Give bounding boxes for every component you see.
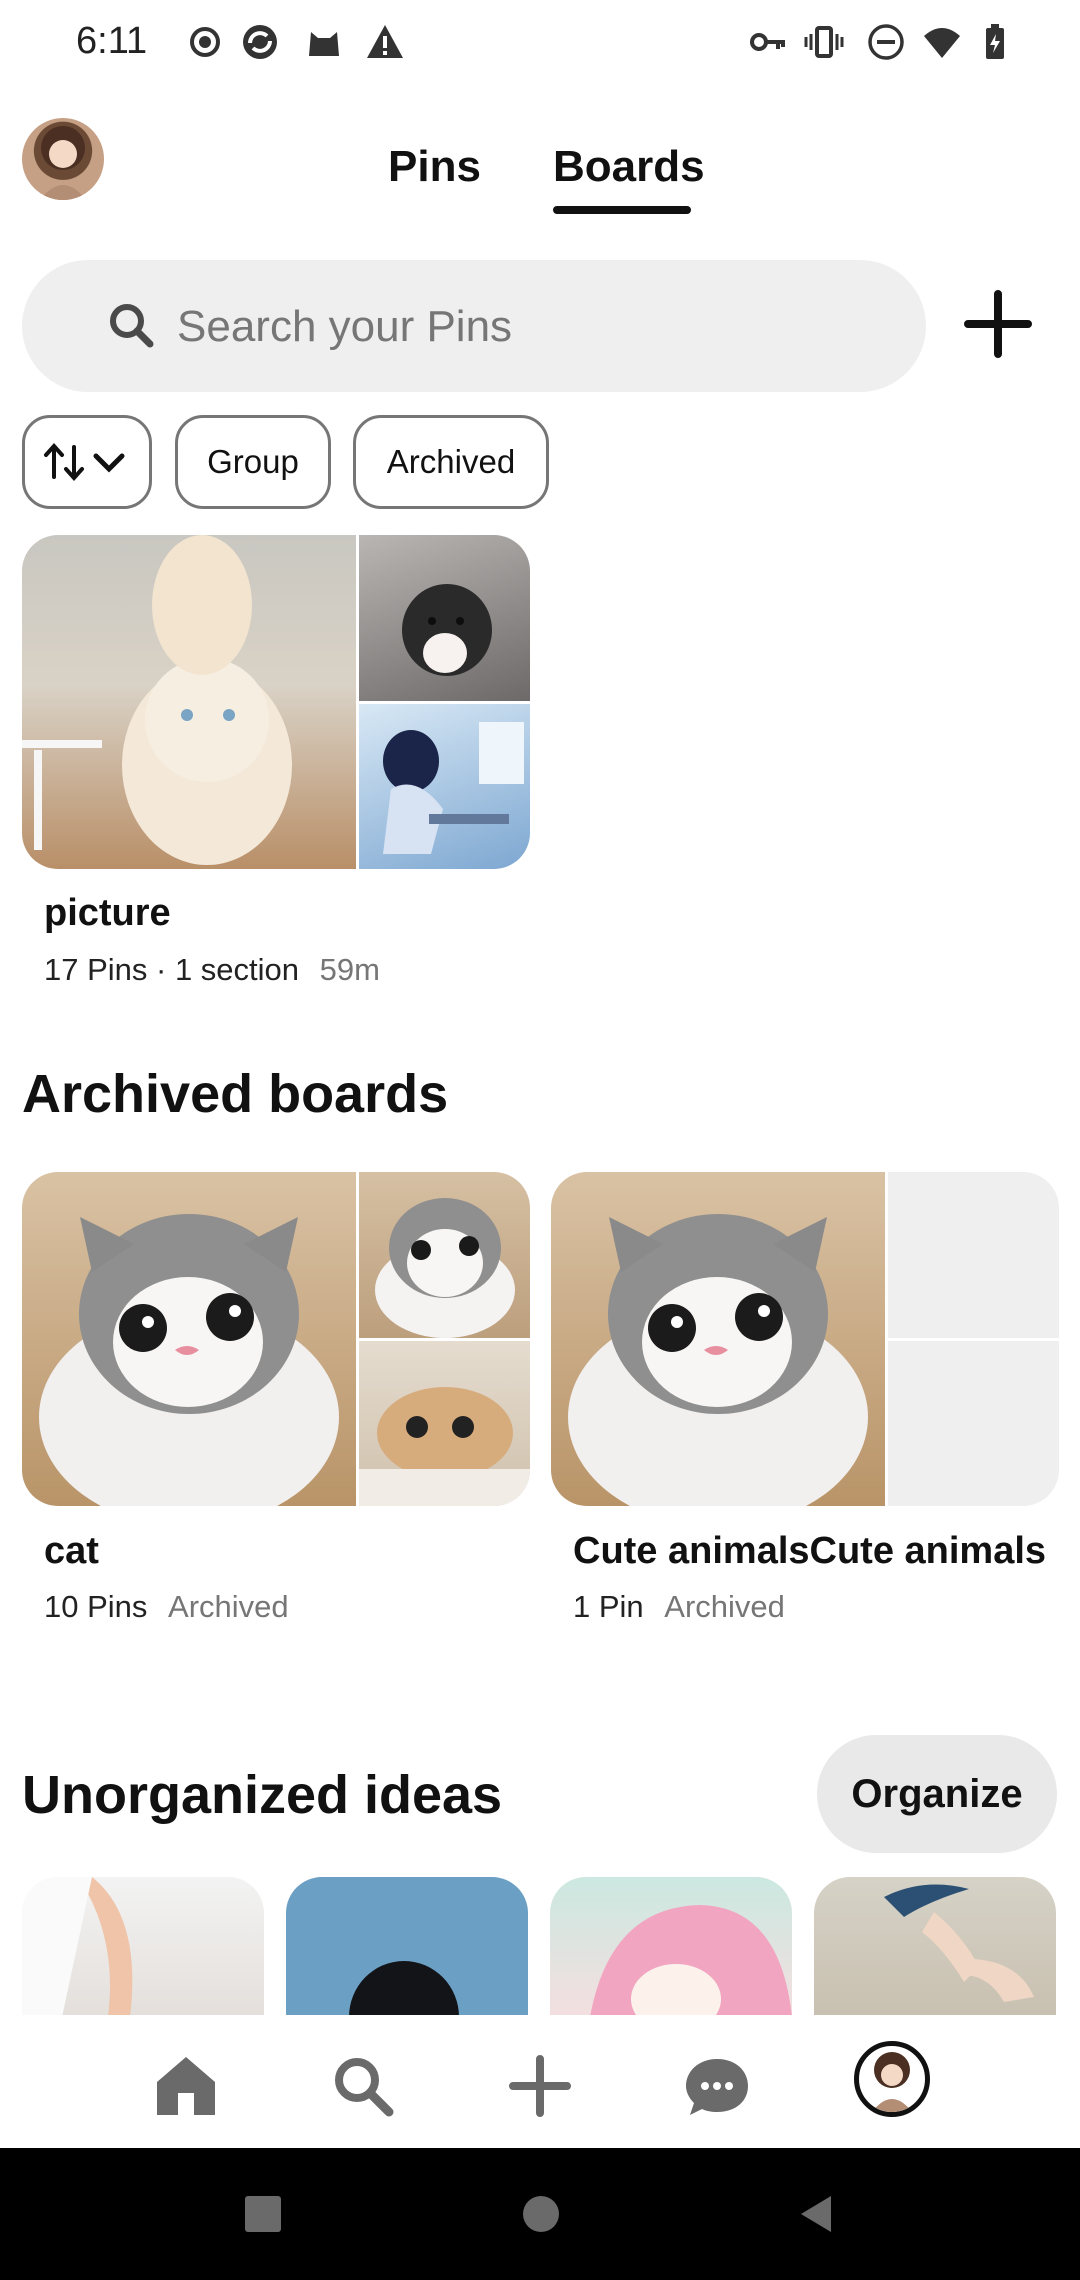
tab-pins[interactable]: Pins xyxy=(388,142,481,192)
profile-icon xyxy=(872,2052,912,2112)
create-board-button[interactable] xyxy=(960,286,1036,362)
warning-icon xyxy=(367,25,403,58)
archived-filter-chip[interactable]: Archived xyxy=(353,415,549,509)
tab-boards[interactable]: Boards xyxy=(553,142,705,192)
wifi-icon xyxy=(924,28,960,58)
vpn-key-icon xyxy=(750,33,785,51)
idea-thumbnail[interactable] xyxy=(22,1877,264,2017)
archived-boards-title: Archived boards xyxy=(22,1064,449,1124)
board-meta: 17 Pins · 1 section 59m xyxy=(44,952,380,988)
board-meta: 1 Pin Archived xyxy=(573,1589,785,1625)
board-pin-count: 10 Pins xyxy=(44,1589,148,1624)
home-icon[interactable] xyxy=(151,2051,221,2121)
cat-image-icon xyxy=(39,1214,339,1506)
bottom-navigation xyxy=(0,2015,1080,2147)
board-updated-time: 59m xyxy=(319,952,380,987)
profile-nav-avatar[interactable] xyxy=(854,2041,930,2117)
board-cover-image xyxy=(22,535,356,869)
idea-thumbnail[interactable] xyxy=(286,1877,528,2017)
search-icon xyxy=(110,304,154,348)
board-title: cat xyxy=(44,1530,99,1572)
record-icon xyxy=(190,27,220,57)
black-cat-image-icon xyxy=(402,584,492,676)
create-icon[interactable] xyxy=(505,2051,575,2121)
status-time: 6:11 xyxy=(76,20,148,62)
board-pin-count: 1 Pin xyxy=(573,1589,644,1624)
board-cover-image xyxy=(22,1172,356,1506)
board-title: Cute animalsCute animals xyxy=(573,1530,1047,1572)
organize-button[interactable]: Organize xyxy=(817,1735,1057,1853)
home-nav-button-icon[interactable] xyxy=(519,2192,563,2236)
unorganized-ideas-title: Unorganized ideas xyxy=(22,1765,503,1825)
messages-icon[interactable] xyxy=(682,2051,752,2121)
board-thumb-cat-small xyxy=(359,1172,530,1338)
sync-icon xyxy=(243,25,277,59)
portrait-image-icon xyxy=(349,1961,459,2017)
board-cover-image xyxy=(551,1172,885,1506)
active-tab-indicator xyxy=(553,206,691,214)
battery-icon xyxy=(986,24,1004,59)
idea-thumbnail[interactable] xyxy=(814,1877,1056,2017)
fashion-image-icon xyxy=(22,1877,133,2017)
board-thumb-black-cat xyxy=(359,535,530,701)
board-card-picture[interactable] xyxy=(22,535,530,869)
board-title: picture xyxy=(44,892,171,934)
bird-art-image-icon xyxy=(884,1884,1034,2002)
anime-girl-image-icon xyxy=(383,722,524,854)
sort-button[interactable] xyxy=(22,415,152,509)
sort-icon xyxy=(44,442,125,482)
cat-app-icon xyxy=(309,32,339,56)
board-archived-status: Archived xyxy=(168,1589,289,1624)
do-not-disturb-icon xyxy=(868,24,904,60)
profile-avatar[interactable] xyxy=(22,118,104,200)
board-thumb-anime-girl xyxy=(359,704,530,869)
cat-image-icon xyxy=(375,1198,515,1338)
idea-thumbnail[interactable] xyxy=(550,1877,792,2017)
back-icon[interactable] xyxy=(793,2190,841,2238)
anime-pink-hair-icon xyxy=(590,1905,792,2017)
board-meta: 10 Pins Archived xyxy=(44,1589,289,1625)
board-thumb-orange-cat xyxy=(359,1341,530,1506)
board-empty-thumb xyxy=(888,1172,1059,1338)
android-navigation-bar xyxy=(0,2148,1080,2280)
profile-avatar-icon xyxy=(40,126,86,200)
board-card-cat[interactable] xyxy=(22,1172,530,1506)
search-input[interactable] xyxy=(175,290,879,364)
board-card-cute-animals[interactable] xyxy=(551,1172,1059,1506)
search-nav-icon[interactable] xyxy=(328,2051,398,2121)
search-bar[interactable] xyxy=(22,260,926,392)
overview-icon[interactable] xyxy=(241,2192,285,2236)
status-bar: 6:11 xyxy=(0,0,1080,88)
cat-image-icon xyxy=(22,535,292,865)
vibrate-icon xyxy=(804,26,844,58)
board-pin-count: 17 Pins · 1 section xyxy=(44,952,300,987)
board-archived-status: Archived xyxy=(664,1589,785,1624)
group-filter-chip[interactable]: Group xyxy=(175,415,331,509)
board-empty-thumb xyxy=(888,1341,1059,1506)
orange-cat-image-icon xyxy=(359,1387,530,1506)
cat-image-icon xyxy=(568,1214,868,1506)
